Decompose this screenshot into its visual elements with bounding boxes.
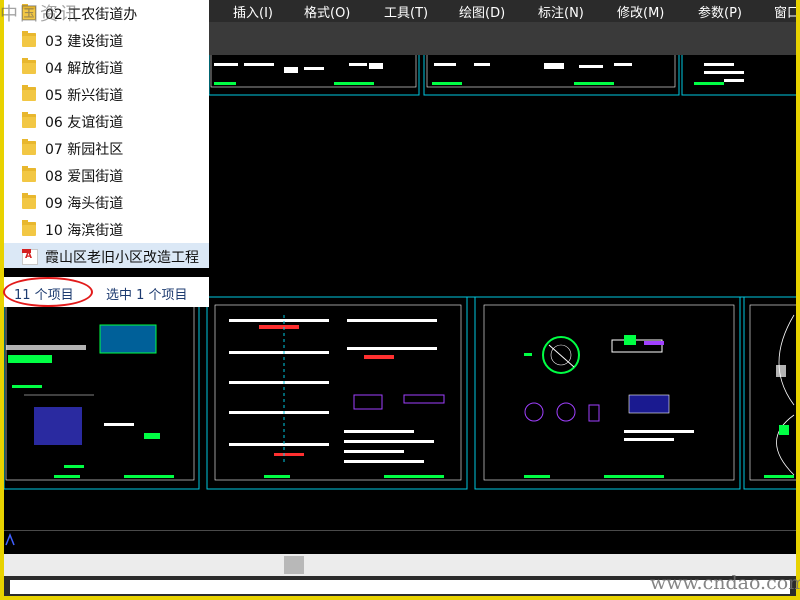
folder-icon (22, 139, 36, 155)
sheet4-details (776, 314, 795, 476)
item-label: 10 海滨街道 (45, 223, 124, 239)
list-item[interactable]: 05 新兴街道 (4, 81, 209, 108)
list-item[interactable]: 06 友谊街道 (4, 108, 209, 135)
folder-icon (22, 193, 36, 209)
sheet-top-titlebars (214, 82, 724, 85)
sheet-bottom-titlebars (54, 475, 794, 478)
menu-modify[interactable]: 修改(M) (617, 2, 664, 21)
menu-window[interactable]: 窗口 (774, 2, 796, 21)
watermark-top: 中国资讯 (0, 4, 80, 25)
menu-draw[interactable]: 绘图(D) (459, 2, 505, 21)
item-label: 09 海头街道 (45, 196, 124, 212)
sheet1-details (6, 324, 160, 468)
list-item[interactable]: 08 爱国街道 (4, 162, 209, 189)
item-label: 06 友谊街道 (45, 115, 124, 131)
folder-icon (22, 166, 36, 182)
watermark-bottom: www.cndao.com (650, 572, 800, 594)
item-label: 霞山区老旧小区改造工程 (45, 250, 199, 266)
folder-icon (22, 31, 36, 47)
menu-insert[interactable]: 插入(I) (233, 2, 273, 21)
menu-format[interactable]: 格式(O) (304, 2, 350, 21)
sheet-top-details (214, 63, 744, 82)
annotation-oval (3, 277, 93, 307)
sheet2-details (229, 315, 445, 465)
menu-tools[interactable]: 工具(T) (384, 2, 428, 21)
list-item[interactable]: 04 解放街道 (4, 54, 209, 81)
scrollbar-thumb[interactable] (284, 556, 304, 574)
pdf-icon (22, 249, 38, 265)
folder-icon (22, 85, 36, 101)
file-explorer-list: 02 工农街道办 03 建设街道 04 解放街道 05 新兴街道 06 友谊街道… (4, 0, 209, 268)
sheet3-details (524, 335, 694, 441)
list-item[interactable]: 09 海头街道 (4, 189, 209, 216)
layout-tabs-bar (4, 530, 796, 555)
item-label: 05 新兴街道 (45, 88, 124, 104)
sheet-top-row (208, 46, 796, 96)
selected-count: 选中 1 个项目 (106, 288, 188, 303)
folder-icon (22, 112, 36, 128)
menu-dimension[interactable]: 标注(N) (538, 2, 584, 21)
folder-icon (22, 220, 36, 236)
menu-parameters[interactable]: 参数(P) (698, 2, 742, 21)
list-item-selected[interactable]: 霞山区老旧小区改造工程 (4, 243, 209, 268)
item-label: 04 解放街道 (45, 61, 124, 77)
list-item[interactable]: 03 建设街道 (4, 27, 209, 54)
list-item[interactable]: 07 新园社区 (4, 135, 209, 162)
list-item[interactable]: 10 海滨街道 (4, 216, 209, 243)
item-label: 08 爱国街道 (45, 169, 124, 185)
ucs-icon (5, 532, 15, 546)
item-label: 07 新园社区 (45, 142, 124, 158)
item-label: 03 建设街道 (45, 34, 124, 50)
folder-icon (22, 58, 36, 74)
